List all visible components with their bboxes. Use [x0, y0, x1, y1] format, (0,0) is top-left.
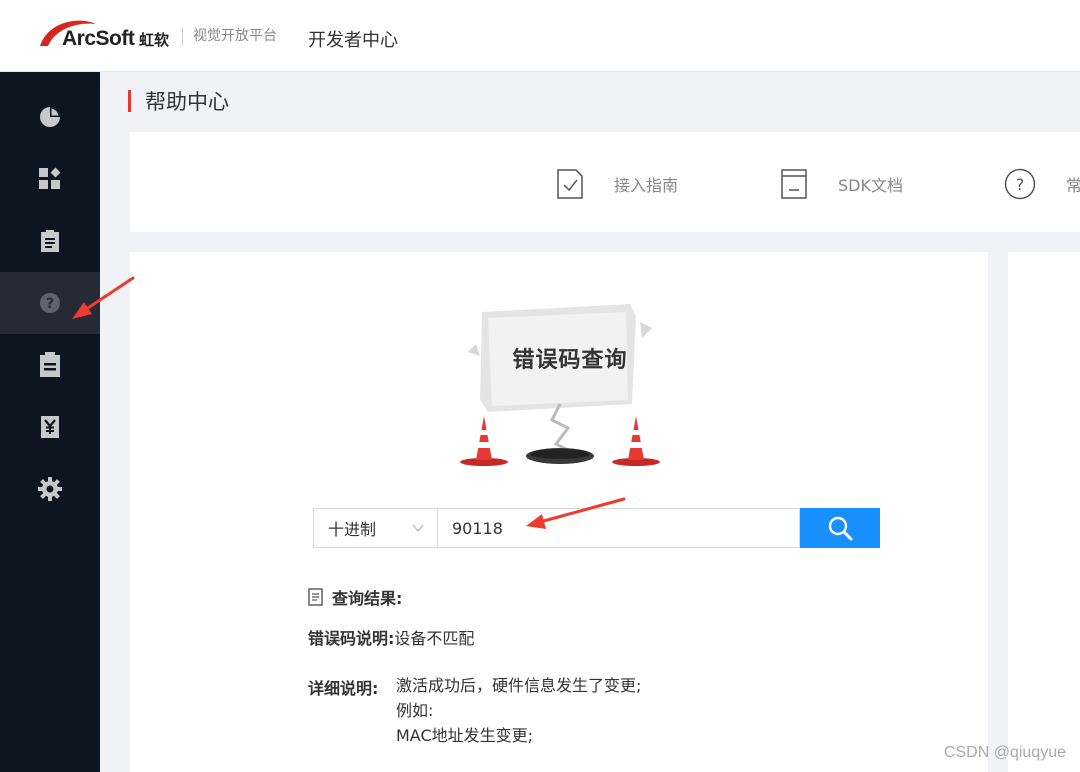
error-code-query-card: 错误码查询 十进制 90118 查询结果: 错误码说明:设备不匹配 详细说明: … — [130, 252, 988, 772]
page-title: 帮助中心 — [145, 90, 229, 114]
quick-links-card: 接入指南 SDK文档 ? 常 — [130, 132, 1080, 232]
search-icon — [828, 516, 853, 541]
sidebar: ? — [0, 72, 100, 772]
illustration-title: 错误码查询 — [512, 348, 628, 373]
svg-text:?: ? — [1016, 175, 1025, 194]
page-title-bar: 帮助中心 — [128, 88, 229, 114]
quick-link-sdk-docs[interactable]: SDK文档 — [780, 168, 903, 200]
clipboard-list-icon — [41, 230, 59, 252]
guide-check-icon — [557, 169, 583, 199]
gear-icon — [38, 477, 62, 501]
sidebar-item-orders[interactable] — [0, 334, 100, 396]
question-circle-icon: ? — [1004, 168, 1036, 200]
brand-name-cn: 虹软 — [139, 31, 170, 49]
quick-link-label: SDK文档 — [838, 176, 903, 195]
search-button[interactable] — [800, 508, 880, 548]
query-result-heading: 查询结果: — [308, 585, 402, 609]
error-description-row: 错误码说明:设备不匹配 — [308, 625, 474, 649]
title-accent-bar — [128, 90, 131, 112]
error-description-key: 错误码说明: — [308, 629, 395, 648]
document-list-icon — [308, 588, 323, 606]
error-code-input[interactable]: 90118 — [438, 508, 800, 548]
sidebar-item-overview[interactable] — [0, 86, 100, 148]
detail-description-key: 详细说明: — [308, 679, 379, 698]
right-side-card — [1008, 252, 1080, 772]
detail-line: MAC地址发生变更; — [396, 726, 534, 745]
quick-link-faq[interactable]: ? 常 — [1004, 168, 1080, 200]
sidebar-item-apps[interactable] — [0, 148, 100, 210]
platform-tagline: 视觉开放平台 — [182, 28, 277, 45]
sidebar-item-settings[interactable] — [0, 458, 100, 520]
error-description-value: 设备不匹配 — [394, 629, 475, 648]
broken-sign-illustration-icon — [460, 304, 660, 466]
pie-chart-icon — [40, 107, 60, 127]
quick-link-label: 常 — [1066, 176, 1080, 195]
sidebar-item-billing[interactable] — [0, 396, 100, 458]
query-result-label: 查询结果: — [332, 589, 403, 608]
sidebar-item-help[interactable]: ? — [0, 272, 100, 334]
detail-description-key-row: 详细说明: — [308, 675, 378, 699]
nav-developer-center[interactable]: 开发者中心 — [308, 26, 398, 52]
error-code-search-row: 十进制 90118 — [313, 508, 880, 548]
document-icon — [781, 169, 807, 199]
yen-icon — [41, 416, 59, 438]
top-header: ArcSoft 虹软 视觉开放平台 开发者中心 — [0, 0, 1080, 72]
detail-line: 例如: — [396, 701, 434, 720]
number-base-select[interactable]: 十进制 — [313, 508, 438, 548]
detail-line: 激活成功后，硬件信息发生了变更; — [396, 676, 642, 695]
number-base-selected: 十进制 — [328, 520, 377, 539]
detail-description-lines: 激活成功后，硬件信息发生了变更; 例如: MAC地址发生变更; — [396, 673, 641, 748]
question-circle-icon: ? — [40, 293, 60, 313]
svg-text:?: ? — [46, 296, 54, 312]
brand-name: ArcSoft — [62, 27, 135, 50]
sidebar-item-records[interactable] — [0, 210, 100, 272]
quick-link-guide[interactable]: 接入指南 — [556, 168, 678, 200]
dashboard-grid-icon — [39, 167, 61, 189]
clipboard-icon — [40, 352, 60, 377]
quick-link-label: 接入指南 — [614, 176, 679, 195]
arcsoft-logo[interactable]: ArcSoft 虹软 — [38, 14, 178, 54]
error-code-illustration: 错误码查询 — [460, 292, 660, 472]
chevron-down-icon — [412, 524, 424, 533]
watermark: CSDN @qiuqyue — [943, 744, 1066, 761]
